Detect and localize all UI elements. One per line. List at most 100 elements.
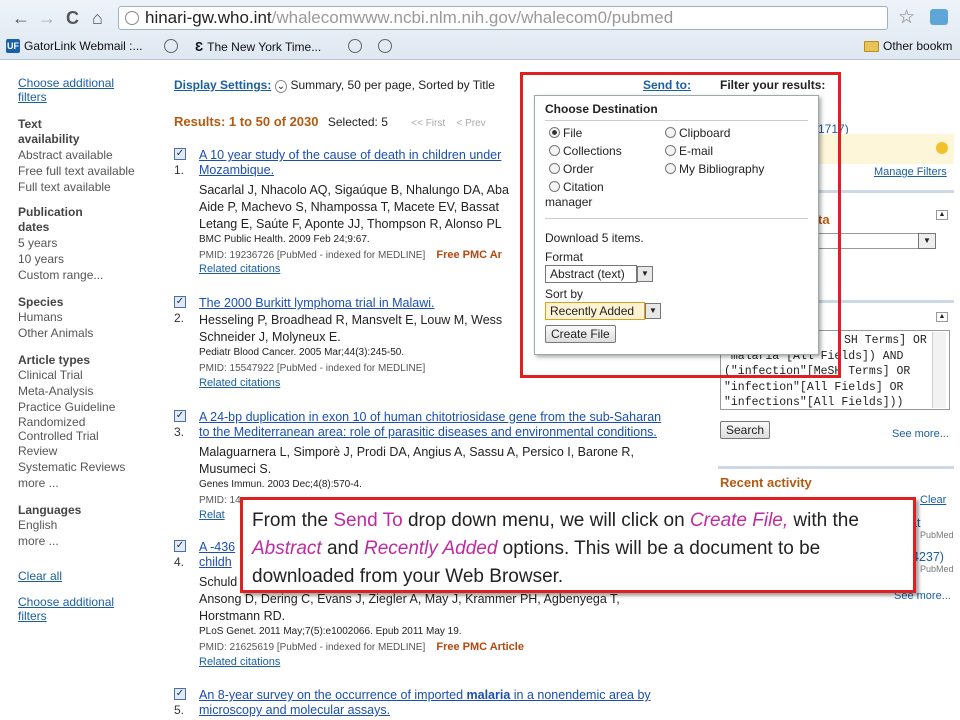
related-citations-link[interactable]: Relat — [199, 509, 225, 521]
callout-text: with the — [788, 510, 859, 531]
bookmark-globe[interactable] — [348, 39, 362, 53]
instruction-callout: From the Send To drop down menu, we will… — [240, 497, 916, 593]
bookmark-label: GatorLink Webmail :... — [24, 39, 143, 53]
scrollbar[interactable] — [932, 332, 946, 408]
title-line: A 24-bp duplication in exon 10 of human … — [199, 410, 662, 424]
result-authors: Malaguarnera L, Simporè J, Prodi DA, Ang… — [199, 444, 699, 478]
folder-icon — [864, 40, 879, 52]
checkbox[interactable]: ✓ — [174, 148, 186, 160]
collapse-icon[interactable]: ▲ — [936, 312, 948, 322]
recent-source: PubMed — [920, 564, 954, 574]
related-citations-link[interactable]: Related citations — [199, 377, 280, 389]
recent-item[interactable]: 4237) — [912, 550, 944, 564]
result-number: 3. — [174, 425, 185, 439]
uf-icon: UF — [6, 39, 20, 53]
author-line: Sacarlal J, Nhacolo AQ, Sigaúque B, Nhal… — [199, 183, 509, 197]
reload-icon[interactable]: C — [66, 7, 79, 29]
filter-item[interactable]: Randomized Controlled Trial — [18, 415, 118, 443]
filter-item[interactable]: Systematic Reviews — [18, 459, 158, 475]
prev-page-link[interactable]: < Prev — [456, 118, 485, 129]
checkbox[interactable]: ✓ — [174, 688, 186, 700]
filter-sidebar: Choose additional filters Text availabil… — [18, 76, 158, 623]
filter-item[interactable]: Clinical Trial — [18, 367, 158, 383]
selected-count: Selected: 5 — [327, 115, 388, 129]
result-number: 4. — [174, 555, 185, 569]
nyt-icon: Ɛ — [195, 39, 204, 54]
related-citations-link[interactable]: Related citations — [199, 656, 280, 668]
results-row: Results: 1 to 50 of 2030 Selected: 5 << … — [174, 114, 486, 129]
collapse-icon[interactable]: ▲ — [936, 210, 948, 220]
filter-item[interactable]: Abstract available — [18, 147, 158, 163]
title-part: in a nonendemic area by — [510, 688, 651, 702]
article-types-heading: Article types — [18, 353, 91, 367]
bookmarks-bar: UF GatorLink Webmail :... Ɛ The New York T… — [0, 36, 960, 58]
display-settings-link[interactable]: Display Settings: — [174, 78, 271, 92]
result-journal: BMC Public Health. 2009 Feb 24;9:67. — [199, 234, 370, 245]
filter-item[interactable]: 5 years — [18, 235, 158, 251]
checkbox[interactable]: ✓ — [174, 540, 186, 552]
result-journal: PLoS Genet. 2011 May;7(5):e1002066. Epub… — [199, 626, 462, 637]
chevron-down-icon[interactable]: ⌄ — [274, 80, 288, 93]
filter-item[interactable]: Review — [18, 443, 158, 459]
bookmark-nyt[interactable]: Ɛ The New York Time... — [195, 39, 321, 54]
author-line: Schneider J, Molyneux E. — [199, 330, 341, 344]
text-availability-heading: Text availability — [18, 117, 80, 146]
filter-item[interactable]: more ... — [18, 475, 158, 491]
search-button[interactable]: Search — [720, 421, 771, 439]
chevron-down-icon[interactable]: ▼ — [918, 233, 936, 249]
display-settings-row: Display Settings: ⌄ Summary, 50 per page… — [174, 78, 495, 93]
filter-item[interactable]: Meta-Analysis — [18, 383, 158, 399]
filter-item[interactable]: Full text available — [18, 179, 158, 195]
result-pmid: PMID: 15547922 [PubMed - indexed for MED… — [199, 363, 426, 374]
first-page-link[interactable]: << First — [411, 118, 445, 129]
choose-filters-link[interactable]: Choose additional filters — [18, 76, 128, 104]
filter-item[interactable]: Free full text available — [18, 163, 158, 179]
checkbox[interactable]: ✓ — [174, 296, 186, 308]
add-filter-icon[interactable] — [936, 142, 948, 154]
bookmark-other[interactable]: Other bookm — [864, 39, 952, 53]
url-host: hinari-gw.who.int — [145, 8, 272, 27]
bookmark-globe[interactable] — [164, 39, 178, 53]
clear-all-link[interactable]: Clear all — [18, 569, 158, 583]
bookmark-globe[interactable] — [378, 39, 392, 53]
result-number: 1. — [174, 163, 185, 177]
filter-item[interactable]: Humans — [18, 309, 158, 325]
bookmark-label: Other bookm — [883, 39, 953, 53]
result-title[interactable]: A 24-bp duplication in exon 10 of human … — [199, 410, 699, 440]
filter-item[interactable]: Custom range... — [18, 267, 158, 283]
address-bar[interactable]: hinari-gw.who.int/whalecomwww.ncbi.nlm.n… — [118, 6, 888, 30]
url-path: /whalecomwww.ncbi.nlm.nih.gov/whalecom0/… — [271, 8, 674, 27]
filter-item[interactable]: 10 years — [18, 251, 158, 267]
free-pmc-link[interactable]: Free PMC Article — [436, 641, 524, 653]
bookmark-star-icon[interactable]: ☆ — [898, 6, 915, 29]
extension-icon[interactable] — [930, 9, 948, 25]
publication-dates-heading: Publication dates — [18, 205, 83, 234]
free-pmc-link[interactable]: Free PMC Ar — [436, 249, 502, 261]
callout-text: drop down menu, we will click on — [402, 510, 690, 531]
clear-link[interactable]: Clear — [920, 494, 946, 506]
choose-filters-link[interactable]: Choose additional filters — [18, 595, 128, 623]
filter-item[interactable]: English — [18, 517, 158, 533]
home-icon[interactable]: ⌂ — [92, 7, 103, 29]
manage-filters-link[interactable]: Manage Filters — [874, 166, 947, 178]
filter-item[interactable]: Other Animals — [18, 325, 158, 341]
pmid-text: PMID: 21625619 [PubMed - indexed for MED… — [199, 642, 426, 653]
title-line: A 10 year study of the cause of death in… — [199, 148, 502, 162]
related-citations-link[interactable]: Related citations — [199, 263, 280, 275]
result-title[interactable]: An 8-year survey on the occurrence of im… — [199, 688, 699, 718]
see-more-link[interactable]: See more... — [892, 428, 949, 440]
back-icon[interactable]: ← — [12, 7, 30, 29]
query-line: "infection"[All Fields] OR — [724, 380, 904, 394]
filter-item[interactable]: Practice Guideline — [18, 399, 158, 415]
globe-icon — [348, 39, 362, 53]
bookmark-gatorlink[interactable]: UF GatorLink Webmail :... — [6, 39, 143, 53]
author-line: Malaguarnera L, Simporè J, Prodi DA, Ang… — [199, 445, 634, 459]
recent-source: PubMed — [920, 530, 954, 540]
pmid-text: PMID: 19236726 [PubMed - indexed for MED… — [199, 250, 426, 261]
filter-item[interactable]: more ... — [18, 533, 158, 549]
checkbox[interactable]: ✓ — [174, 410, 186, 422]
forward-icon[interactable]: → — [38, 7, 56, 29]
callout-text: From the — [252, 510, 334, 531]
result-pmid: PMID: 21625619 [PubMed - indexed for MED… — [199, 641, 524, 653]
species-heading: Species — [18, 295, 64, 309]
